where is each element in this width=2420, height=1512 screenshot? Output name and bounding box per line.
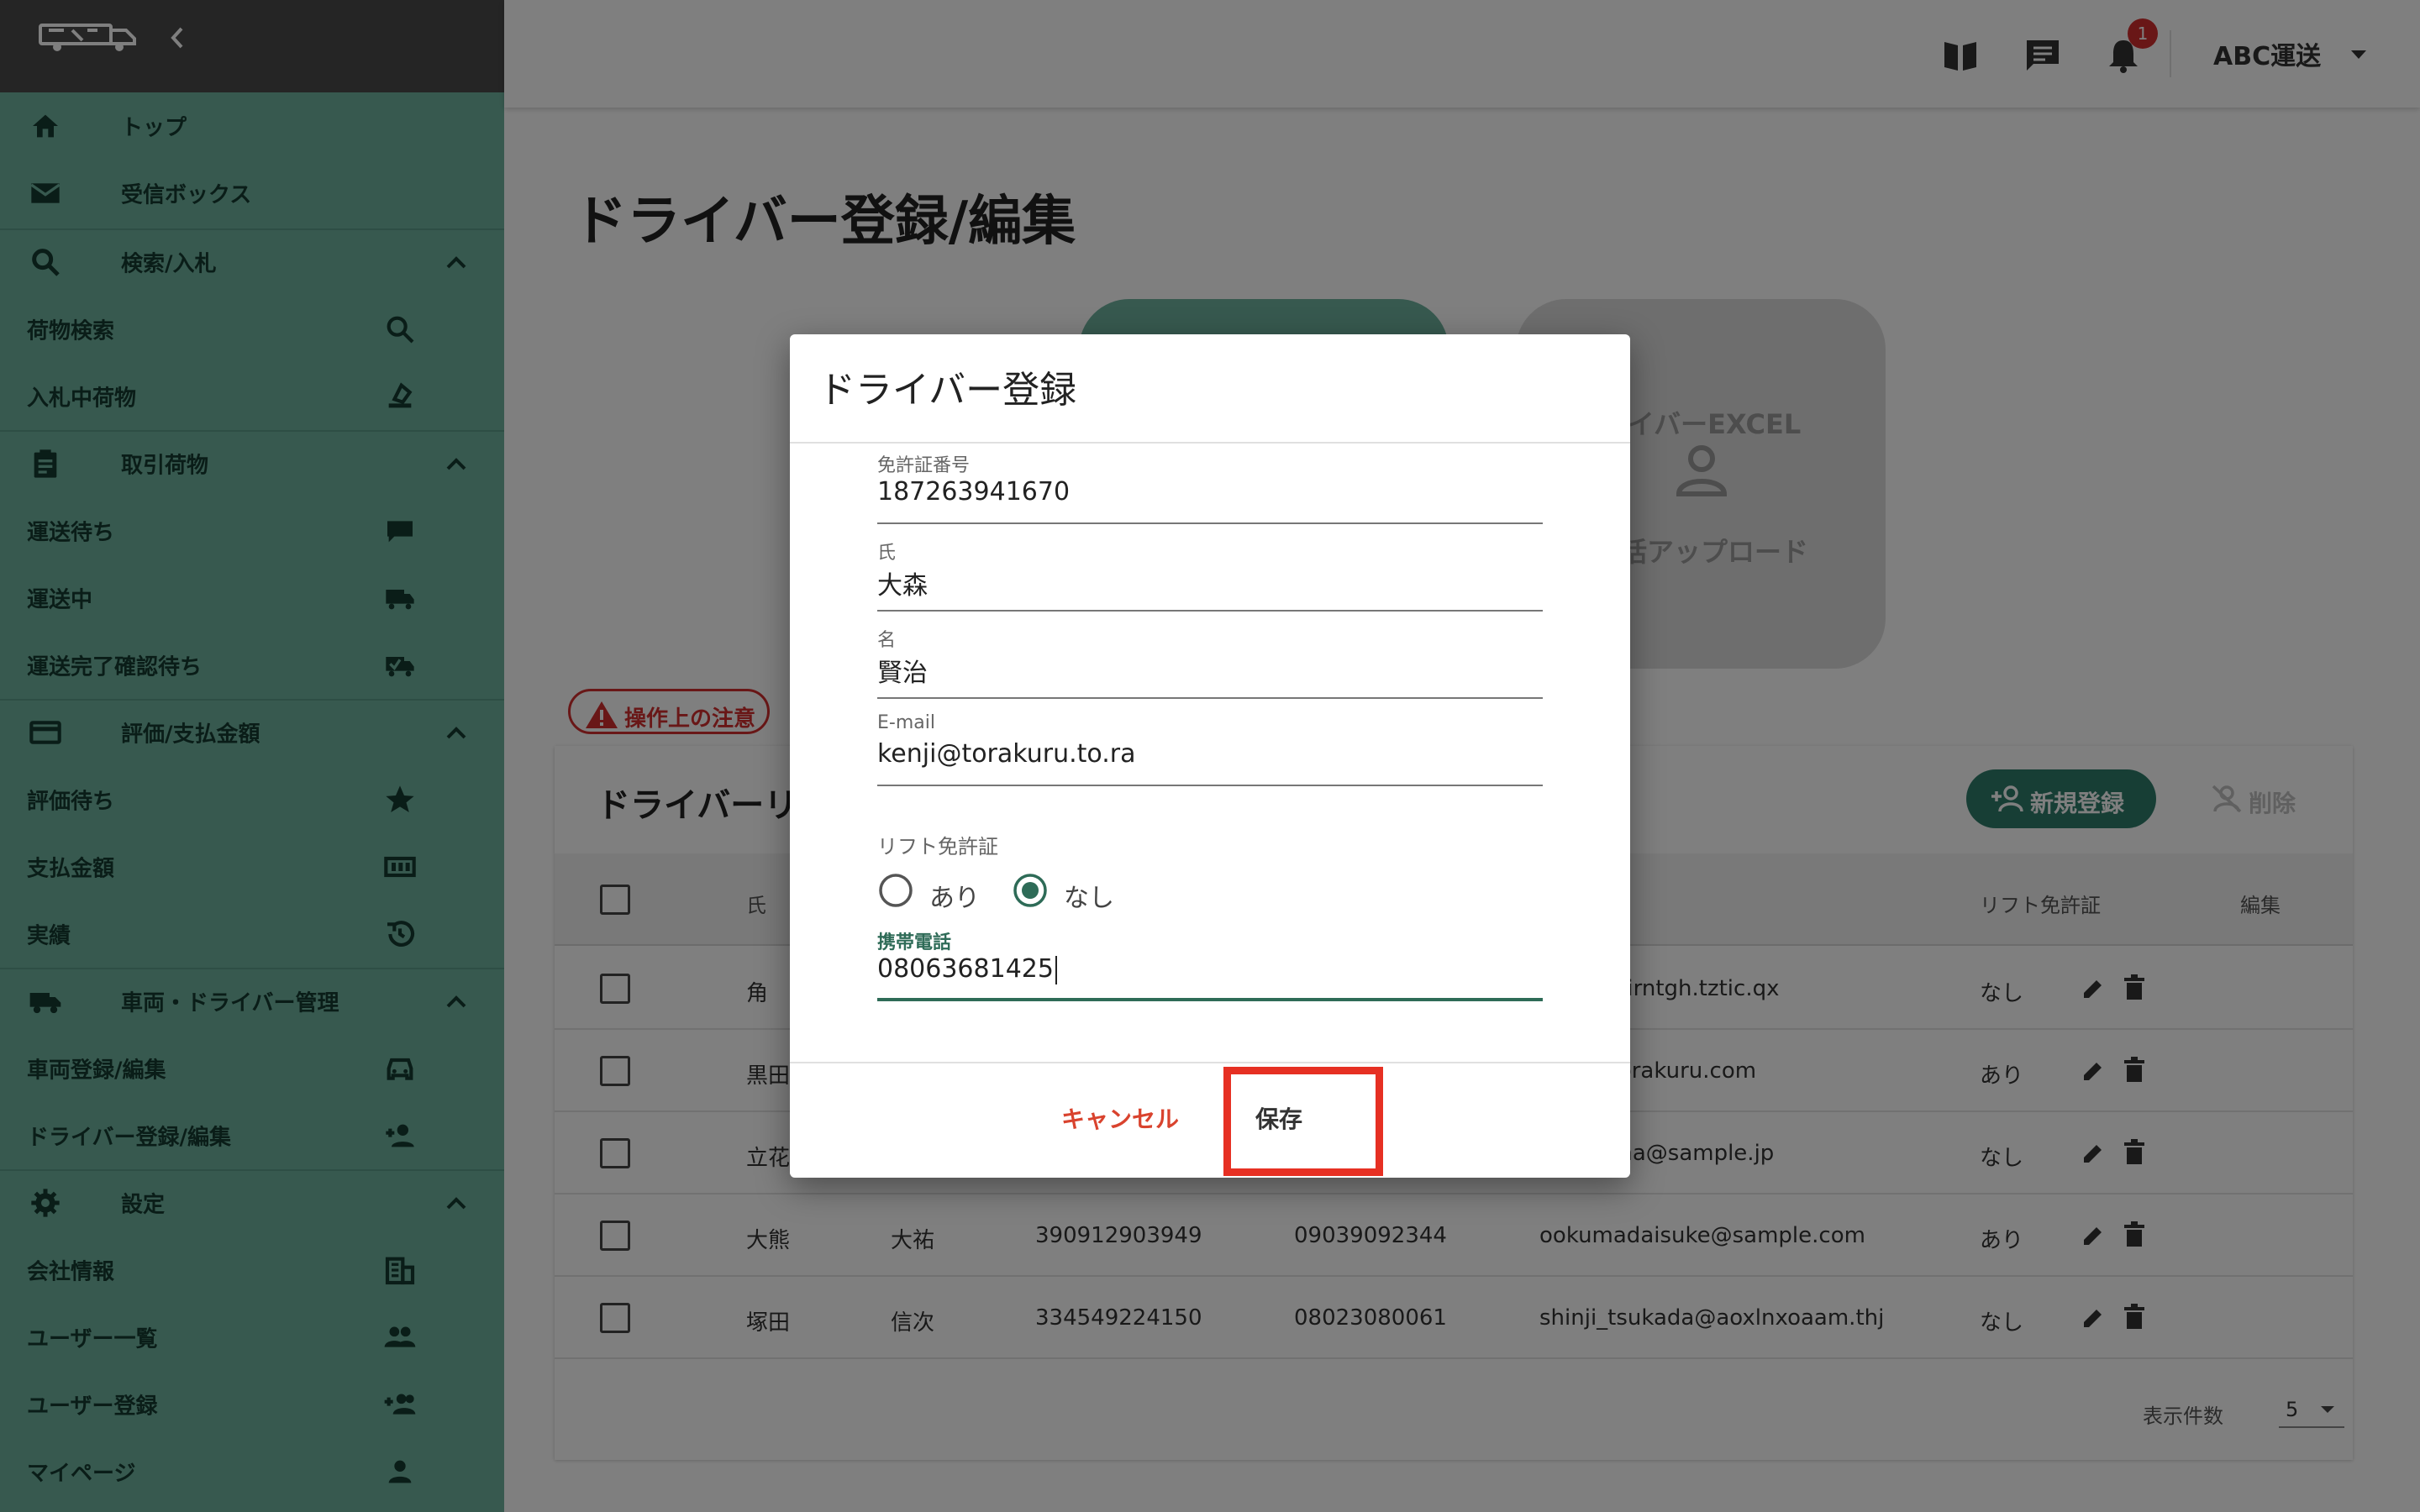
lift-no-radio[interactable]: なし: [1012, 867, 1129, 913]
field-label: リフト免許証: [877, 835, 998, 858]
field-underline: [877, 998, 1543, 1001]
dialog-header-divider: [790, 442, 1630, 444]
email-field[interactable]: E-mail kenji@torakuru.to.ra: [877, 712, 1543, 786]
lift-yes-radio[interactable]: あり: [877, 867, 995, 913]
field-label: 免許証番号: [877, 455, 971, 476]
radio-unchecked-icon: [879, 874, 913, 907]
radio-checked-icon: [1013, 874, 1047, 907]
cancel-button[interactable]: キャンセル: [1057, 1099, 1183, 1141]
dialog-footer-divider: [790, 1062, 1630, 1063]
field-value[interactable]: 大森: [877, 564, 928, 601]
license-number-field[interactable]: 免許証番号 187263941670: [877, 450, 1543, 524]
dialog-title: ドライバー登録: [818, 369, 1077, 412]
field-value[interactable]: 187263941670: [877, 477, 1070, 507]
field-label: E-mail: [877, 712, 935, 733]
save-button-highlight: [1223, 1067, 1383, 1176]
driver-register-dialog: ドライバー登録 免許証番号 187263941670 氏 大森 名 賢治 E-m…: [790, 334, 1630, 1178]
radio-label: あり: [929, 884, 980, 913]
field-label: 携帯電話: [877, 932, 952, 953]
field-value[interactable]: 08063681425: [877, 954, 1057, 984]
radio-label: なし: [1064, 884, 1114, 913]
text-caret: [1055, 955, 1057, 984]
first-name-field[interactable]: 名 賢治: [877, 625, 1543, 699]
field-underline: [877, 697, 1543, 699]
field-underline: [877, 522, 1543, 524]
field-label: 氏: [877, 543, 897, 564]
mobile-phone-field[interactable]: 携帯電話 08063681425: [877, 927, 1543, 1008]
lift-license-radio-group: リフト免許証 あり なし: [877, 830, 1381, 922]
last-name-field[interactable]: 氏 大森: [877, 538, 1543, 612]
field-label: 名: [877, 630, 897, 651]
field-underline: [877, 785, 1543, 786]
field-value[interactable]: 賢治: [877, 652, 928, 689]
field-value[interactable]: kenji@torakuru.to.ra: [877, 739, 1135, 769]
field-text: 08063681425: [877, 954, 1054, 984]
field-underline: [877, 610, 1543, 612]
